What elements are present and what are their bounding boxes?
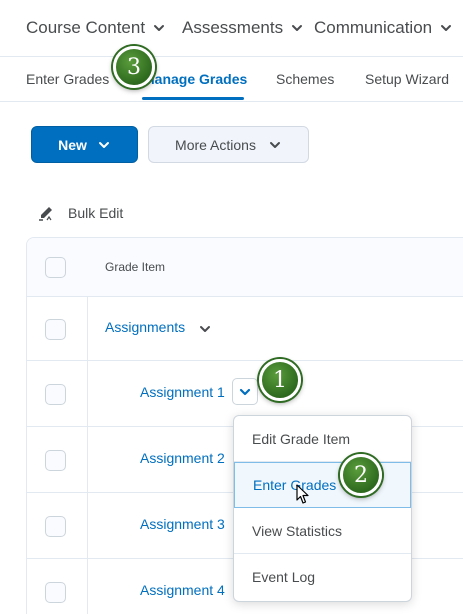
grade-item-link[interactable]: Assignment 4 (140, 582, 225, 598)
row-checkbox[interactable] (45, 450, 66, 471)
grade-item-link[interactable]: Assignment 3 (140, 516, 225, 532)
callout-badge-2: 2 (340, 454, 382, 496)
menu-item-view-statistics[interactable]: View Statistics (234, 508, 411, 554)
nav-assessments[interactable]: Assessments (182, 18, 304, 38)
new-button-label: New (58, 136, 87, 153)
nav-label: Assessments (182, 18, 284, 37)
callout-badge-1: 1 (259, 359, 301, 401)
bulk-edit-button[interactable]: Bulk Edit (38, 205, 123, 221)
table-header-row: Grade Item (27, 238, 463, 297)
category-link-assignments[interactable]: Assignments (105, 319, 185, 335)
nav-label: Communication (314, 18, 433, 37)
grade-item-link[interactable]: Assignment 2 (140, 450, 225, 466)
chevron-down-icon (154, 25, 165, 31)
chevron-down-icon (269, 141, 280, 148)
chevron-down-icon (239, 388, 251, 395)
more-actions-button[interactable]: More Actions (148, 126, 309, 163)
chevron-down-icon (98, 141, 109, 148)
select-all-checkbox[interactable] (45, 257, 66, 278)
tab-schemes[interactable]: Schemes (276, 71, 334, 87)
chevron-down-icon[interactable] (198, 322, 212, 336)
assignment-1-context-menu-button[interactable] (232, 378, 258, 405)
nav-course-content[interactable]: Course Content (26, 18, 166, 38)
more-actions-label: More Actions (175, 136, 256, 153)
active-tab-indicator (142, 97, 244, 100)
nav-communication[interactable]: Communication (314, 18, 453, 38)
new-button[interactable]: New (31, 126, 138, 163)
tab-enter-grades[interactable]: Enter Grades (26, 71, 109, 87)
chevron-down-icon (292, 25, 303, 31)
chevron-down-icon (441, 25, 452, 31)
grades-tab-bar: Enter Grades Manage Grades Schemes Setup… (0, 57, 463, 102)
menu-item-event-log[interactable]: Event Log (234, 554, 411, 600)
row-checkbox[interactable] (45, 582, 66, 603)
nav-label: Course Content (26, 18, 146, 37)
menu-item-edit-grade-item[interactable]: Edit Grade Item (234, 416, 411, 462)
tab-setup-wizard[interactable]: Setup Wizard (365, 71, 449, 87)
menu-item-enter-grades[interactable]: Enter Grades (234, 462, 411, 508)
row-checkbox[interactable] (45, 319, 66, 340)
row-checkbox[interactable] (45, 516, 66, 537)
tab-manage-grades[interactable]: Manage Grades (143, 71, 247, 87)
callout-badge-3: 3 (113, 46, 155, 88)
pencil-edit-icon (39, 207, 52, 221)
grade-item-context-menu: Edit Grade Item Enter Grades View Statis… (233, 415, 412, 602)
mouse-cursor-icon (296, 484, 309, 504)
row-checkbox[interactable] (45, 384, 66, 405)
grade-item-link[interactable]: Assignment 1 (140, 384, 225, 400)
table-row: Assignments (27, 297, 463, 361)
column-header-grade-item: Grade Item (105, 260, 166, 274)
bulk-edit-label: Bulk Edit (68, 205, 124, 221)
top-navigation-bar: Course Content Assessments Communication (0, 0, 463, 57)
